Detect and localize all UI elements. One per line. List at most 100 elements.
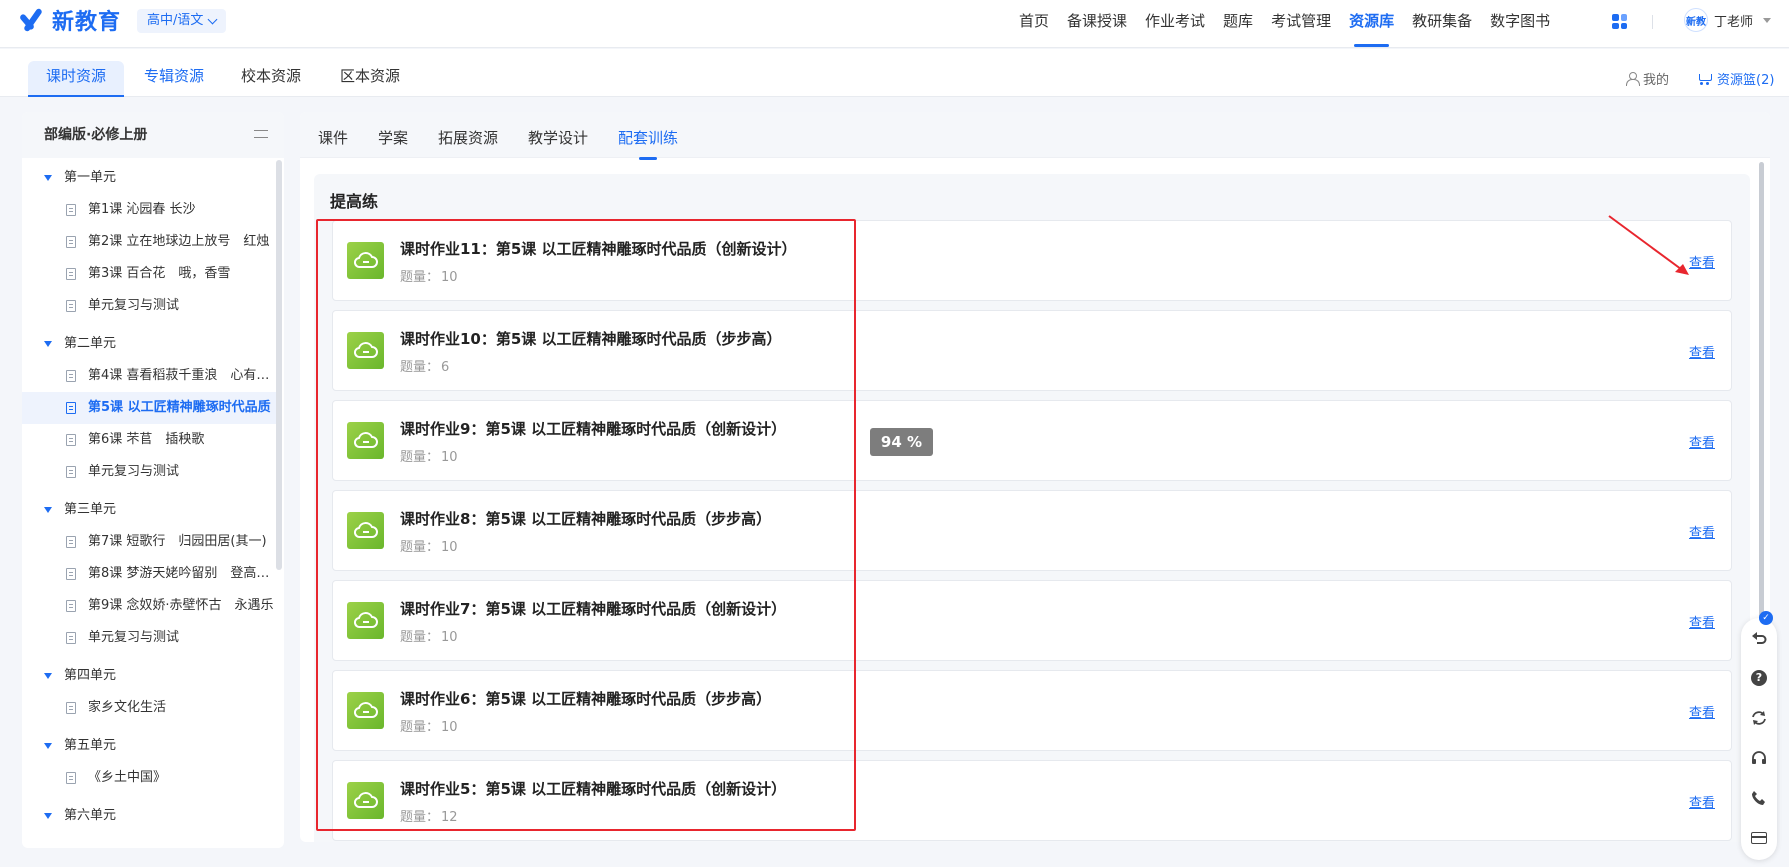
nav-home[interactable]: 首页: [1010, 0, 1058, 48]
count-label: 题量：: [400, 270, 440, 285]
document-icon: [66, 300, 76, 312]
list-item[interactable]: 课时作业11：第5课 以工匠精神雕琢时代品质（创新设计） 题量： 10 查看: [332, 220, 1732, 301]
unit-label: 第五单元: [64, 738, 117, 753]
cloud-file-icon: [347, 692, 384, 729]
nav-exam-management[interactable]: 考试管理: [1262, 0, 1340, 48]
grade-subject-select[interactable]: 高中/语文: [137, 9, 227, 33]
view-button[interactable]: 查看: [1689, 252, 1715, 271]
resource-basket-link[interactable]: 资源篮(2): [1697, 69, 1774, 88]
textbook-sidebar: 部编版·必修上册 第一单元 第1课 沁园春 长沙 第2课 立在地球边上放号 红烛…: [22, 112, 284, 848]
caret-down-icon: [44, 743, 52, 749]
apps-grid-icon[interactable]: [1612, 14, 1627, 29]
item-title[interactable]: 课时作业8：第5课 以工匠精神雕琢时代品质（步步高）: [400, 508, 771, 529]
lesson-item-active[interactable]: 第5课 以工匠精神雕琢时代品质: [22, 392, 276, 424]
unit-3[interactable]: 第三单元: [22, 494, 276, 526]
nav-resource-library[interactable]: 资源库: [1340, 0, 1403, 48]
question-count: 题量： 10: [400, 716, 458, 735]
nav-homework-exam[interactable]: 作业考试: [1136, 0, 1214, 48]
list-item[interactable]: 课时作业10：第5课 以工匠精神雕琢时代品质（步步高） 题量： 6 查看: [332, 310, 1732, 391]
refresh-icon[interactable]: [1751, 710, 1767, 726]
lesson-item[interactable]: 第6课 芣苢 插秧歌: [22, 424, 276, 456]
count-value: 10: [441, 630, 458, 645]
item-title[interactable]: 课时作业5：第5课 以工匠精神雕琢时代品质（创新设计）: [400, 778, 786, 799]
tab-teaching-design[interactable]: 教学设计: [528, 127, 588, 148]
unit-label: 第六单元: [64, 808, 117, 823]
resource-basket-label: 资源篮(2): [1717, 73, 1775, 88]
lesson-label: 第7课 短歌行 归园田居(其一): [88, 534, 267, 549]
lesson-item[interactable]: 第2课 立在地球边上放号 红烛: [22, 226, 276, 258]
item-title[interactable]: 课时作业10：第5课 以工匠精神雕琢时代品质（步步高）: [400, 328, 782, 349]
list-item[interactable]: 课时作业8：第5课 以工匠精神雕琢时代品质（步步高） 题量： 10 查看: [332, 490, 1732, 571]
list-item[interactable]: 课时作业7：第5课 以工匠精神雕琢时代品质（创新设计） 题量： 10 查看: [332, 580, 1732, 661]
tab-practice[interactable]: 配套训练: [618, 127, 678, 160]
unit-6[interactable]: 第六单元: [22, 800, 276, 832]
lesson-item[interactable]: 单元复习与测试: [22, 290, 276, 322]
question-count: 题量： 10: [400, 536, 458, 555]
lesson-item[interactable]: 第7课 短歌行 归园田居(其一): [22, 526, 276, 558]
headset-icon[interactable]: [1751, 750, 1767, 766]
document-icon: [66, 536, 76, 548]
unit-5[interactable]: 第五单元: [22, 730, 276, 762]
resource-type-tabs: 课件 学案 拓展资源 教学设计 配套训练: [300, 112, 1770, 160]
tab-lesson-resources[interactable]: 课时资源: [28, 61, 125, 97]
unit-1[interactable]: 第一单元: [22, 162, 276, 194]
list-item[interactable]: 课时作业5：第5课 以工匠精神雕琢时代品质（创新设计） 题量： 12 查看: [332, 760, 1732, 841]
tab-district-resources[interactable]: 区本资源: [340, 61, 400, 97]
tab-study-plan[interactable]: 学案: [378, 127, 408, 148]
lesson-label: 第2课 立在地球边上放号 红烛: [88, 234, 270, 249]
view-button[interactable]: 查看: [1689, 612, 1715, 631]
tab-school-resources[interactable]: 校本资源: [241, 61, 301, 97]
count-label: 题量：: [400, 720, 440, 735]
list-item[interactable]: 课时作业6：第5课 以工匠精神雕琢时代品质（步步高） 题量： 10 查看: [332, 670, 1732, 751]
item-title[interactable]: 课时作业6：第5课 以工匠精神雕琢时代品质（步步高）: [400, 688, 771, 709]
lesson-item[interactable]: 第4课 喜看稻菽千重浪 心有一团火: [22, 360, 276, 392]
lesson-label: 第4课 喜看稻菽千重浪 心有一团火: [88, 368, 274, 383]
cloud-file-icon: [347, 422, 384, 459]
view-button[interactable]: 查看: [1689, 792, 1715, 811]
caret-down-icon: [44, 507, 52, 513]
lesson-item[interactable]: 单元复习与测试: [22, 622, 276, 654]
undo-icon[interactable]: [1751, 630, 1767, 646]
cloud-file-icon: [347, 602, 384, 639]
lesson-item[interactable]: 第1课 沁园春 长沙: [22, 194, 276, 226]
cloud-file-icon: [347, 782, 384, 819]
count-label: 题量：: [400, 630, 440, 645]
tab-courseware[interactable]: 课件: [318, 127, 348, 148]
lesson-item[interactable]: 《乡土中国》: [22, 762, 276, 794]
textbook-name: 部编版·必修上册: [44, 127, 148, 143]
tab-album-resources[interactable]: 专辑资源: [144, 61, 204, 97]
lesson-item[interactable]: 单元复习与测试: [22, 456, 276, 488]
count-label: 题量：: [400, 810, 440, 825]
nav-question-bank[interactable]: 题库: [1214, 0, 1262, 48]
help-icon[interactable]: ?: [1751, 670, 1767, 686]
nav-digital-books[interactable]: 数字图书: [1481, 0, 1559, 48]
list-item[interactable]: 课时作业9：第5课 以工匠精神雕琢时代品质（创新设计） 题量： 10 查看: [332, 400, 1732, 481]
section-title: 提高练: [330, 192, 379, 211]
chevron-down-icon: [207, 14, 218, 24]
sidebar-scrollbar[interactable]: [276, 160, 282, 570]
card-icon[interactable]: [1751, 832, 1767, 844]
unit-4[interactable]: 第四单元: [22, 660, 276, 692]
my-resources-link[interactable]: 我的: [1626, 69, 1669, 88]
tab-extended-resources[interactable]: 拓展资源: [438, 127, 498, 148]
nav-lesson-prep[interactable]: 备课授课: [1058, 0, 1136, 48]
view-button[interactable]: 查看: [1689, 342, 1715, 361]
item-title[interactable]: 课时作业9：第5课 以工匠精神雕琢时代品质（创新设计）: [400, 418, 786, 439]
item-title[interactable]: 课时作业11：第5课 以工匠精神雕琢时代品质（创新设计）: [400, 238, 797, 259]
unit-2[interactable]: 第二单元: [22, 328, 276, 360]
lesson-item[interactable]: 第3课 百合花 哦，香雪: [22, 258, 276, 290]
user-menu[interactable]: 新教 丁老师: [1684, 8, 1772, 32]
item-title[interactable]: 课时作业7：第5课 以工匠精神雕琢时代品质（创新设计）: [400, 598, 786, 619]
view-button[interactable]: 查看: [1689, 522, 1715, 541]
brand-logo[interactable]: 新教育: [20, 6, 121, 35]
phone-icon[interactable]: [1751, 790, 1767, 806]
lesson-item[interactable]: 第8课 梦游天姥吟留别 登高 琵琶行: [22, 558, 276, 590]
lesson-item[interactable]: 家乡文化生活: [22, 692, 276, 724]
nav-research[interactable]: 教研集备: [1403, 0, 1481, 48]
question-count: 题量： 6: [400, 356, 449, 375]
view-button[interactable]: 查看: [1689, 432, 1715, 451]
switch-textbook-icon[interactable]: [254, 127, 270, 141]
resource-panel: 课件 学案 拓展资源 教学设计 配套训练 提高练 课时作业11：第5课 以工匠精…: [300, 112, 1770, 842]
lesson-item[interactable]: 第9课 念奴娇·赤壁怀古 永遇乐: [22, 590, 276, 622]
view-button[interactable]: 查看: [1689, 702, 1715, 721]
